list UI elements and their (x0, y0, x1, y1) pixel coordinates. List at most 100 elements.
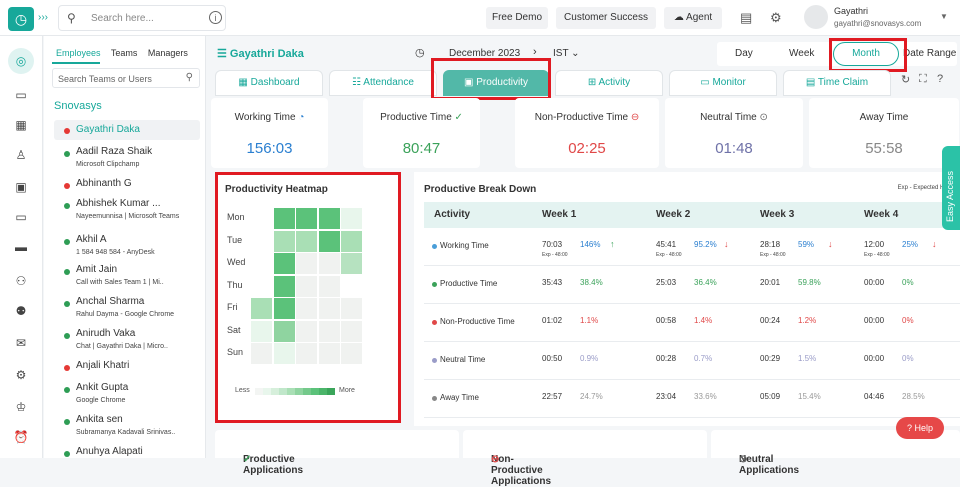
person-badge-icon[interactable]: ♔ (12, 398, 30, 416)
cell-percent: 146% (580, 240, 601, 249)
employee-list-item[interactable]: Anjali Khatri (54, 360, 200, 380)
employee-name: Anjali Khatri (76, 360, 130, 371)
non-productive-apps-panel: Non-Productive Applications ⊖ (463, 430, 707, 487)
org-name[interactable]: Snovasys (54, 100, 102, 112)
employee-list-item[interactable]: Anirudh Vaka Chat | Gayathri Daka | Micro… (54, 328, 200, 356)
range-date-range[interactable]: Date Range (903, 48, 956, 59)
tab-managers[interactable]: Managers (148, 48, 188, 58)
chevron-down-icon[interactable]: ▼ (940, 12, 948, 21)
cell-percent: 33.6% (694, 392, 717, 401)
avatar[interactable] (804, 5, 828, 29)
search-input[interactable]: Search here... (91, 13, 154, 24)
help-button[interactable]: ? Help (896, 417, 944, 439)
team-icon[interactable]: ⚇ (12, 272, 30, 290)
fullscreen-icon[interactable]: ⛶ (919, 73, 927, 86)
tab-attendance[interactable]: ☷ Attendance (329, 70, 437, 96)
global-search[interactable]: ⚲ Search here... i (58, 5, 226, 31)
tab-monitor[interactable]: ▭ Monitor (669, 70, 777, 96)
expected-hours: Exp - 48:00 (656, 252, 682, 258)
briefcase-icon[interactable]: ▣ (12, 178, 30, 196)
cell-value: 01:02 (542, 316, 563, 325)
employee-list-item[interactable]: Akhil A 1 584 948 584 - AnyDesk (54, 234, 200, 262)
employee-name: Ankit Gupta (76, 382, 129, 393)
employee-name: Aadil Raza Shaik (76, 146, 153, 157)
employee-list-item[interactable]: Ankit Gupta Google Chrome (54, 382, 200, 410)
employee-activity: Rahul Dayma - Google Chrome (76, 311, 175, 318)
highlight-box (215, 172, 401, 423)
app-logo-icon[interactable]: ◷ (8, 7, 34, 31)
help-circle-icon[interactable]: ? (937, 73, 943, 85)
row-label: Non-Productive Time (440, 317, 515, 326)
row-label: Productive Time (440, 279, 498, 288)
employee-name: Akhil A (76, 234, 107, 245)
alarm-icon[interactable]: ⏰ (12, 428, 30, 446)
employee-list-item[interactable]: Anuhya Alapati (54, 446, 200, 466)
calendar-icon[interactable]: ▭ (12, 86, 30, 104)
gear-icon[interactable]: ⚙ (770, 10, 782, 26)
team-search-input[interactable]: Search Teams or Users ⚲ (52, 68, 200, 88)
employee-list-item[interactable]: Abhishek Kumar ... Nayeemunnisa | Microso… (54, 198, 200, 226)
document-icon[interactable]: ▤ (740, 10, 752, 26)
employee-activity: Subramanya Kadavali Srinivas.. (76, 429, 176, 436)
expand-menu-icon[interactable]: ››› (38, 12, 48, 23)
cell-value: 28:18 (760, 240, 781, 249)
agent-button[interactable]: ☁ Agent (664, 7, 722, 29)
card-non-productive-time: Non-Productive Time ⊖ 02:25 (515, 98, 659, 168)
employee-list-item[interactable]: Aadil Raza Shaik Microsoft Clipchamp (54, 146, 200, 174)
row-label: Working Time (440, 241, 489, 250)
status-dot (64, 183, 70, 189)
user-icon[interactable]: ♙ (12, 146, 30, 164)
card-value: 80:47 (402, 140, 441, 157)
card-value: 55:58 (865, 140, 903, 157)
table-header: Activity Week 1 Week 2 Week 3 Week 4 (424, 202, 960, 228)
highlight-box (431, 58, 551, 100)
next-icon[interactable]: › (533, 46, 537, 58)
status-dot (64, 419, 70, 425)
info-icon[interactable]: i (209, 11, 222, 24)
settings-icon[interactable]: ⚙ (12, 366, 30, 384)
table-row: Productive Time 35:43 38.4% 25:03 36.4% 20:01… (424, 266, 960, 304)
tab-dashboard[interactable]: ▦ Dashboard (215, 70, 323, 96)
cell-value: 00:00 (864, 354, 885, 363)
clock-icon: ◔ (298, 112, 305, 123)
easy-access-tab[interactable]: Easy Access (942, 146, 960, 230)
schedule-icon[interactable]: ▦ (12, 116, 30, 134)
tab-activity[interactable]: ⊞ Activity (555, 70, 663, 96)
tab-monitor-label: Monitor (712, 77, 746, 88)
customer-success-button[interactable]: Customer Success (556, 7, 656, 29)
cell-value: 00:00 (864, 278, 885, 287)
productive-apps-panel: Productive Applications ✓ (215, 430, 459, 476)
employee-list-item[interactable]: Abhinanth G (54, 178, 200, 198)
mail-icon[interactable]: ✉ (12, 334, 30, 352)
sidebar-tabs: Employees Teams Managers (52, 48, 196, 64)
employee-activity: Call with Sales Team 1 | Mi.. (76, 279, 164, 286)
monitor-icon[interactable]: ▭ (12, 208, 30, 226)
timer-icon[interactable]: ◎ (8, 48, 34, 74)
col-week-1: Week 1 (542, 209, 577, 220)
card-productive-time: Productive Time ✓ 80:47 (363, 98, 480, 168)
tab-teams[interactable]: Teams (111, 48, 138, 58)
employee-list-item[interactable]: Anchal Sharma Rahul Dayma - Google Chrome (54, 296, 200, 324)
cell-percent: 0% (902, 354, 914, 363)
tab-employees[interactable]: Employees (56, 48, 101, 58)
employee-activity: Nayeemunnisa | Microsoft Teams (76, 213, 180, 220)
employee-list-item[interactable]: Gayathri Daka (54, 120, 200, 140)
clock-icon[interactable]: ◷ (415, 46, 425, 59)
refresh-icon[interactable]: ↻ (901, 73, 910, 86)
timezone-select[interactable]: IST ⌄ (553, 48, 580, 59)
range-week[interactable]: Week (789, 48, 814, 59)
status-dot (64, 239, 70, 245)
tab-time-claim[interactable]: ▤ Time Claim (783, 70, 891, 96)
employee-list-item[interactable]: Ankita sen Subramanya Kadavali Srinivas.. (54, 414, 200, 442)
expected-hours: Exp - 48:00 (760, 252, 786, 258)
range-day[interactable]: Day (735, 48, 753, 59)
employee-activity: Google Chrome (76, 397, 126, 404)
employee-name: Abhinanth G (76, 178, 132, 189)
cell-value: 35:43 (542, 278, 563, 287)
free-demo-button[interactable]: Free Demo (486, 7, 548, 29)
tab-dashboard-label: Dashboard (250, 77, 300, 88)
card-icon[interactable]: ▬ (12, 238, 30, 256)
employee-list-item[interactable]: Amit Jain Call with Sales Team 1 | Mi.. (54, 264, 200, 292)
org-icon[interactable]: ⚉ (12, 302, 30, 320)
employee-name: Abhishek Kumar ... (76, 198, 161, 209)
